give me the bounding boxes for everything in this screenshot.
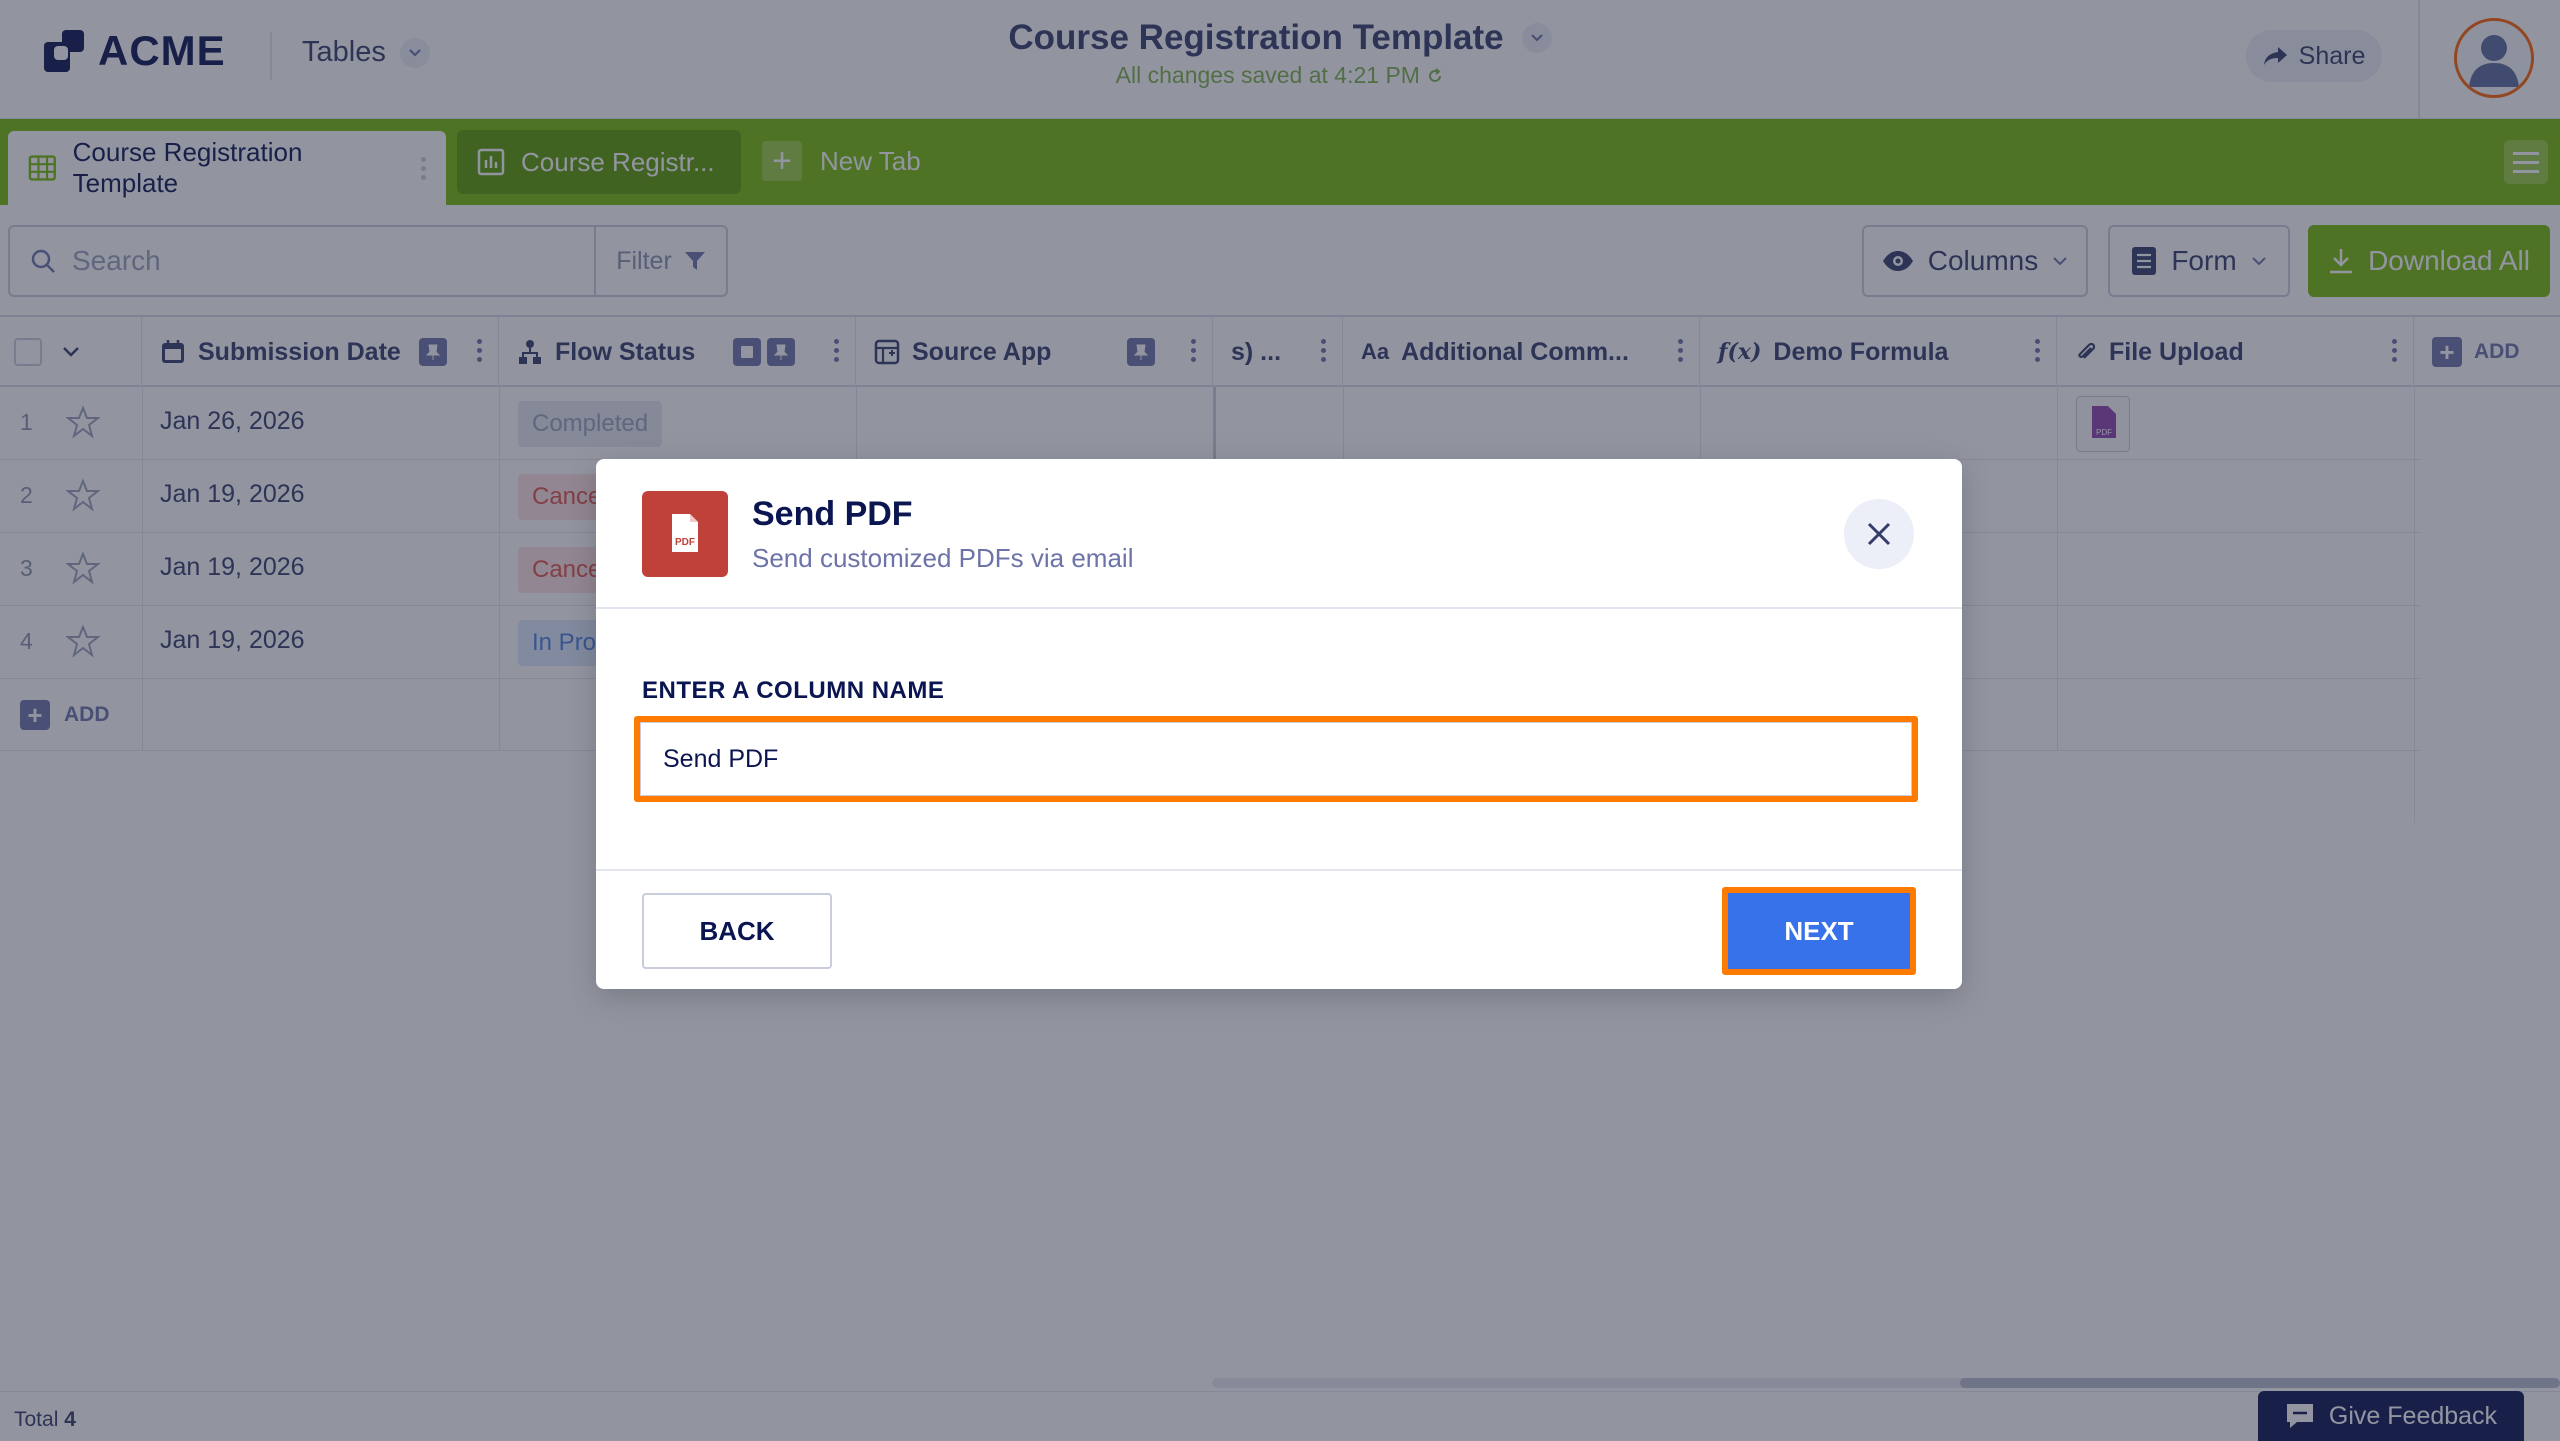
modal-footer: BACK NEXT xyxy=(596,869,1962,989)
send-pdf-modal: PDF Send PDF Send customized PDFs via em… xyxy=(596,459,1962,989)
close-button[interactable] xyxy=(1844,499,1914,569)
modal-header: PDF Send PDF Send customized PDFs via em… xyxy=(596,459,1962,609)
next-button[interactable]: NEXT xyxy=(1728,893,1910,969)
column-name-input[interactable] xyxy=(640,722,1912,796)
back-button[interactable]: BACK xyxy=(642,893,832,969)
modal-title: Send PDF xyxy=(752,495,913,533)
next-button-highlight: NEXT xyxy=(1722,887,1916,975)
column-name-field-highlight xyxy=(634,716,1918,802)
modal-subtitle: Send customized PDFs via email xyxy=(752,543,1134,573)
svg-text:PDF: PDF xyxy=(675,537,695,548)
pdf-icon: PDF xyxy=(642,491,728,577)
close-icon xyxy=(1867,522,1891,546)
column-name-label: ENTER A COLUMN NAME xyxy=(642,677,945,704)
